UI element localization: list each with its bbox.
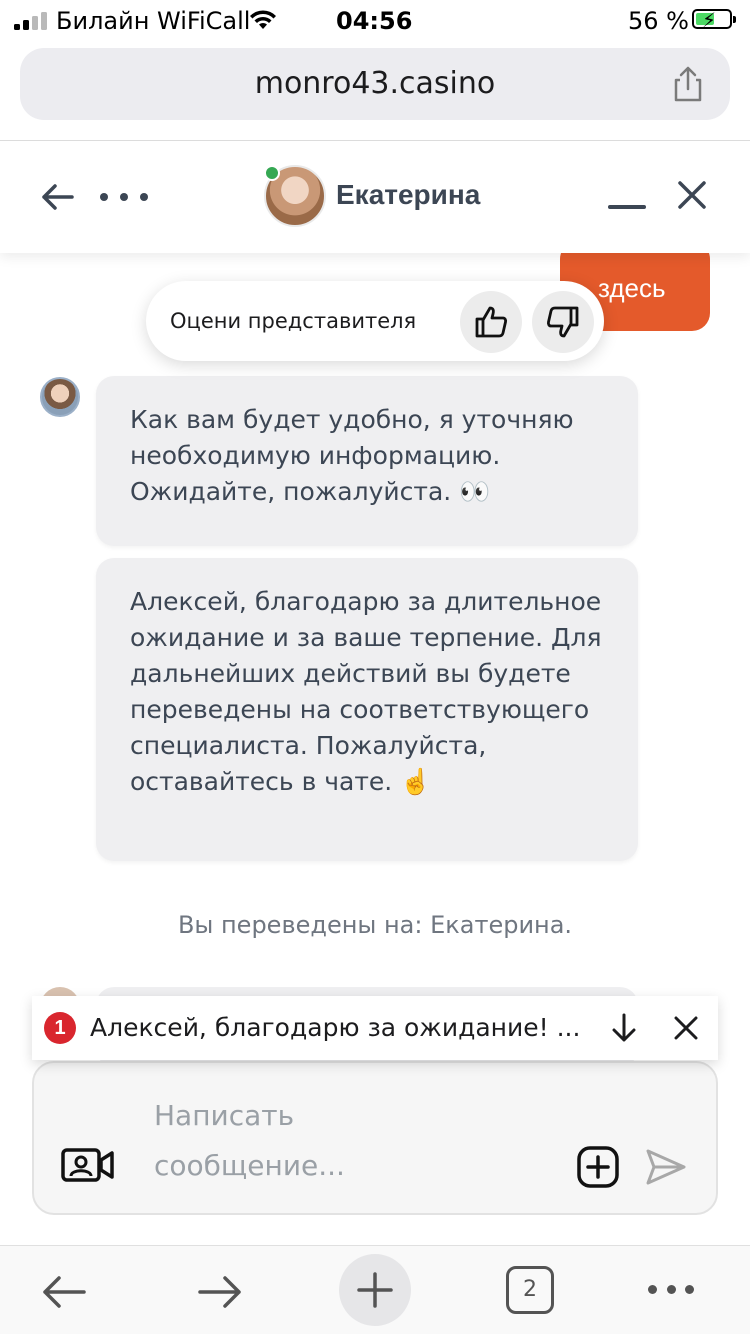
agent-avatar-small <box>40 377 80 417</box>
minimize-icon[interactable] <box>608 205 646 209</box>
battery-percent: 56 % <box>628 7 689 35</box>
thumbs-up-button[interactable] <box>460 291 522 353</box>
back-arrow-icon[interactable] <box>40 1272 88 1312</box>
chat-header: Екатерина <box>0 141 750 253</box>
attach-icon[interactable] <box>576 1145 620 1189</box>
more-icon[interactable] <box>648 1284 694 1294</box>
rating-prompt: Оцени представителя <box>146 281 604 361</box>
online-indicator <box>264 165 280 181</box>
message-input[interactable]: Написать сообщение... <box>154 1091 454 1201</box>
close-icon[interactable] <box>672 175 712 215</box>
clock: 04:56 <box>336 7 413 35</box>
browser-toolbar: 2 <box>0 1246 750 1334</box>
battery-icon: ⚡ <box>692 8 736 32</box>
thumbs-up-icon <box>475 306 508 338</box>
notification-text[interactable]: Алексей, благодарю за ожидание! ... <box>90 1013 580 1042</box>
plus-icon <box>357 1272 393 1308</box>
signal-icon <box>14 12 47 30</box>
video-call-icon[interactable] <box>60 1145 116 1185</box>
url-text[interactable]: monro43.casino <box>20 66 730 101</box>
system-message: Вы переведены на: Екатерина. <box>177 911 573 939</box>
agent-name: Екатерина <box>336 179 481 210</box>
arrow-down-icon[interactable] <box>610 1012 638 1044</box>
thumbs-down-button[interactable] <box>532 291 594 353</box>
tabs-button[interactable]: 2 <box>506 1266 554 1314</box>
message-composer: Написать сообщение... <box>32 1061 718 1215</box>
share-icon[interactable] <box>668 64 708 104</box>
wifi-icon <box>250 10 276 29</box>
forward-arrow-icon[interactable] <box>196 1272 244 1312</box>
new-message-notification[interactable]: 1 Алексей, благодарю за ожидание! ... <box>32 996 718 1060</box>
back-arrow-icon[interactable] <box>38 177 78 217</box>
unread-count-badge: 1 <box>44 1012 76 1044</box>
chat-widget: Екатерина здесь Оцени представителя Как … <box>0 141 750 1245</box>
address-bar[interactable]: monro43.casino <box>20 48 730 120</box>
rating-label: Оцени представителя <box>170 309 417 333</box>
more-icon[interactable] <box>100 177 148 217</box>
carrier-label: Билайн WiFiCall <box>56 7 251 35</box>
close-icon[interactable] <box>672 1014 700 1042</box>
status-bar: Билайн WiFiCall 04:56 56 % ⚡ <box>0 0 750 40</box>
agent-message: Алексей, благодарю за длительное ожидани… <box>96 558 638 861</box>
send-icon[interactable] <box>644 1145 688 1189</box>
thumbs-down-icon <box>546 306 579 338</box>
agent-message: Как вам будет удобно, я уточняю необходи… <box>96 376 638 546</box>
new-tab-button[interactable] <box>339 1254 411 1326</box>
